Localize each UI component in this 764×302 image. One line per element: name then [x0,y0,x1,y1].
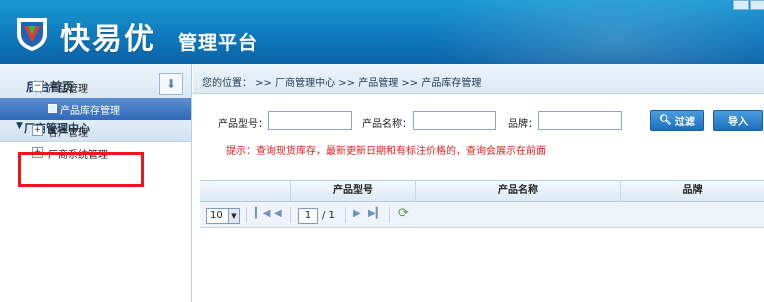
pager-divider [246,207,247,223]
name-input[interactable] [413,111,496,130]
page-number-input[interactable]: 1 [298,208,318,224]
sidebar-item-label: 客户管理 [48,128,88,139]
model-label: 产品型号： [218,119,268,130]
sidebar-item-product-management[interactable]: − 产品管理 [0,76,191,98]
header-decoration [424,0,764,64]
platform-title: 管理平台 [178,32,259,54]
breadcrumb: 您的位置： >> 厂商管理中心 >> 产品管理 >> 产品库存管理 [193,64,764,94]
page-size-value: 10 [210,210,223,221]
sidebar-item-customer-management[interactable]: + 客户管理 [0,120,191,142]
sidebar-item-product-inventory[interactable]: 产品库存管理 [0,98,191,120]
first-page-icon[interactable]: ▎◀ [255,208,270,219]
column-header-brand[interactable]: 品牌 [620,181,764,202]
sidebar-tree: − 产品管理 产品库存管理 + 客户管理 + 厂商系统管理 [0,76,191,164]
refresh-icon[interactable]: ⟳ [398,206,409,221]
app-header: 快易优 管理平台 [0,0,764,64]
pagination-bar: 10 ▼ ▎◀ ◀ 1 / 1 ▶ ▶▎ ⟳ [200,202,764,228]
sidebar-item-label: 产品管理 [48,84,88,95]
name-label: 产品名称： [362,119,412,130]
sidebar-item-label: 产品库存管理 [60,106,120,117]
column-header-model[interactable]: 产品型号 [290,181,415,202]
collapse-toggle-icon[interactable]: − [32,81,43,92]
import-button-label: 导入 [728,117,748,128]
model-input[interactable] [268,111,352,130]
chevron-down-icon: ▼ [228,209,239,223]
page-size-select[interactable]: 10 ▼ [206,208,240,224]
import-button[interactable]: 导入 [713,110,763,131]
last-page-icon[interactable]: ▶▎ [368,208,383,219]
highlight-box [18,152,144,187]
expand-toggle-icon[interactable]: + [32,125,43,136]
grid-rownum-column [200,181,290,202]
pager-divider [389,207,390,223]
document-icon [48,104,57,113]
hint-text: 提示：查询现货库存，最新更新日期和有标注价格的，查询会展示在前面 [226,146,546,157]
brand-input[interactable] [538,111,622,130]
breadcrumb-text: 您的位置： >> 厂商管理中心 >> 产品管理 >> 产品库存管理 [202,78,482,89]
brand-logo-icon [17,18,47,51]
page-total: / 1 [322,210,335,221]
window-button[interactable] [750,0,764,10]
window-button[interactable] [733,0,749,10]
brand-label: 品牌： [508,119,538,130]
filter-panel: 产品型号： 产品名称： 品牌： 🔍︎ 过滤 导入 提示：查询现货库存，最新更新日… [200,100,764,166]
search-icon: 🔍︎ [659,115,672,126]
grid-header: 产品型号 产品名称 品牌 [200,180,764,202]
pager-divider [290,207,291,223]
prev-page-icon[interactable]: ◀ [274,208,282,219]
filter-button[interactable]: 🔍︎ 过滤 [650,110,704,131]
pager-divider [345,207,346,223]
next-page-icon[interactable]: ▶ [353,208,361,219]
column-header-name[interactable]: 产品名称 [415,181,620,202]
filter-button-label: 过滤 [674,117,695,128]
brand-name: 快易优 [60,22,156,57]
